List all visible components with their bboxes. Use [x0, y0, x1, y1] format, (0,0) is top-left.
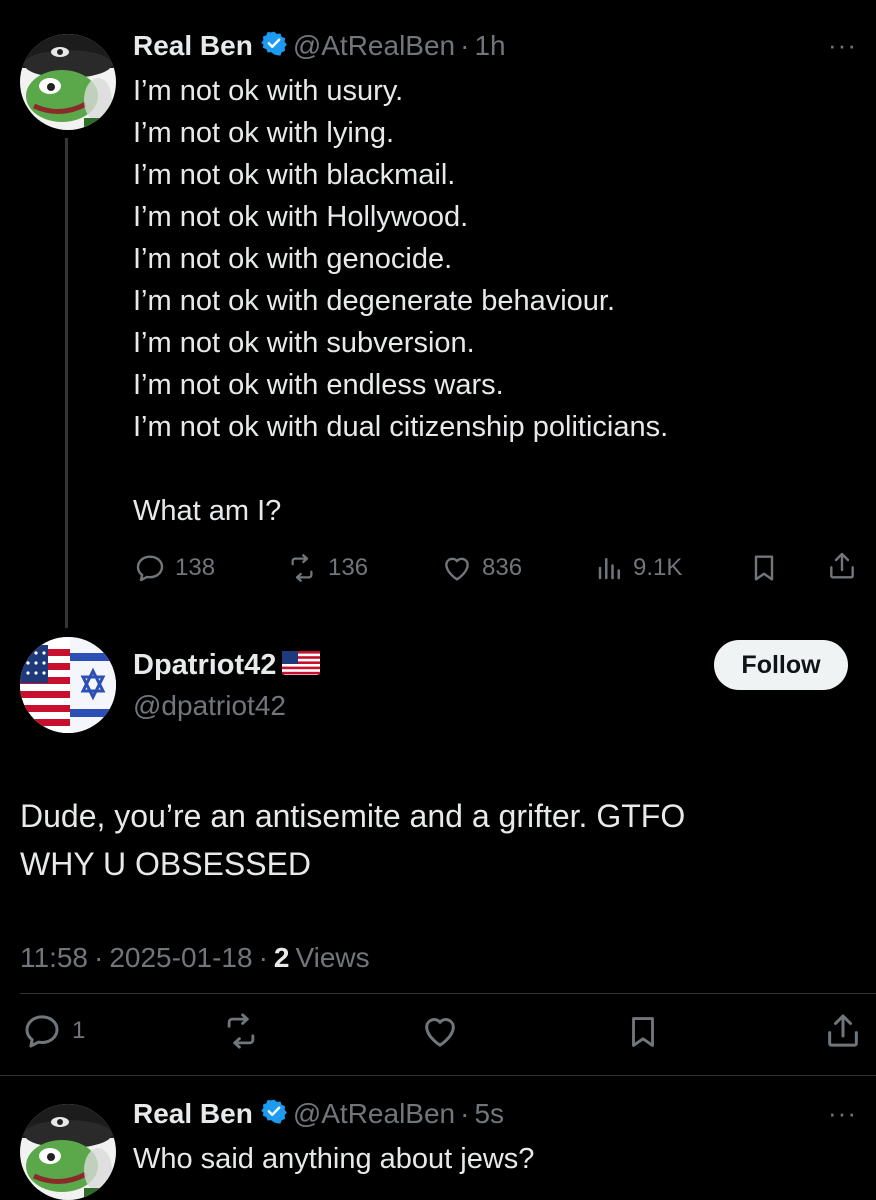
views-chart-icon [598, 558, 620, 580]
separator: · [460, 1098, 470, 1129]
post-time[interactable]: 11:58 [20, 942, 88, 974]
views-count: 9.1K [633, 554, 683, 581]
separator: · [258, 942, 268, 973]
repost-icon [227, 1013, 255, 1049]
heart-icon [425, 1018, 455, 1047]
display-name[interactable]: Real Ben [133, 30, 253, 62]
display-name[interactable]: Dpatriot42 [133, 649, 276, 682]
separator: · [460, 30, 470, 61]
divider [20, 993, 876, 994]
frog-avatar-icon [20, 1104, 116, 1200]
repost-button[interactable] [218, 1012, 264, 1055]
avatar-real-ben[interactable] [20, 1104, 116, 1200]
bookmark-icon [632, 1017, 654, 1047]
post-2-header: Dpatriot42 [133, 646, 321, 684]
tweet-line: I’m not ok with endless wars. [133, 369, 504, 401]
reply-icon [136, 555, 164, 582]
avatar-real-ben[interactable] [20, 34, 116, 130]
tweet-line: I’m not ok with lying. [133, 117, 395, 149]
verified-badge-icon[interactable] [260, 1098, 287, 1131]
post-1-body: I’m not ok with usury. I’m not ok with l… [133, 70, 668, 532]
share-icon [828, 1014, 858, 1047]
tweet-line: I’m not ok with genocide. [133, 243, 453, 275]
share-icon [830, 552, 854, 579]
timestamp[interactable]: 5s [474, 1098, 504, 1130]
follow-button[interactable]: Follow [714, 640, 848, 690]
like-button[interactable]: 836 [440, 550, 522, 586]
like-button[interactable] [418, 1011, 462, 1056]
heart-icon [445, 557, 469, 581]
tweet-line: I’m not ok with dual citizenship politic… [133, 411, 669, 443]
repost-count: 136 [328, 554, 369, 581]
post-2-meta: 11:58 · 2025-01-18 · 2 Views [20, 942, 370, 974]
us-flag-icon [282, 650, 321, 680]
post-date[interactable]: 2025-01-18 [109, 942, 252, 974]
tweet-line: I’m not ok with blackmail. [133, 159, 456, 191]
frog-avatar-icon [20, 34, 116, 130]
views-button[interactable]: 9.1K [595, 550, 682, 586]
tweet-line: I’m not ok with Hollywood. [133, 201, 469, 233]
tweet-line: I’m not ok with subversion. [133, 327, 475, 359]
post-3-header: Real Ben @AtRealBen · 5s [133, 1096, 504, 1132]
tweet-question: What am I? [133, 495, 282, 527]
handle[interactable]: @dpatriot42 [133, 690, 286, 722]
handle[interactable]: @AtRealBen [293, 30, 455, 62]
tweet-text: Who said anything about jews? [133, 1143, 535, 1175]
views-label: Views [295, 942, 370, 973]
share-button[interactable] [826, 549, 858, 588]
us-israel-flag-avatar-icon [20, 637, 116, 733]
reply-icon [25, 1015, 59, 1048]
tweet-line: I’m not ok with usury. [133, 75, 404, 107]
reply-button[interactable]: 138 [133, 550, 215, 586]
share-button[interactable] [823, 1010, 863, 1057]
post-2-body: Dude, you’re an antisemite and a grifter… [20, 792, 685, 888]
views-count: 2 [273, 942, 290, 973]
reply-button[interactable]: 1 [20, 1011, 85, 1051]
reply-text-line: WHY U OBSESSED [20, 846, 312, 882]
more-options-icon[interactable]: ··· [828, 30, 857, 61]
thread-line [65, 138, 68, 628]
reply-count: 1 [72, 1017, 86, 1044]
more-options-icon[interactable]: ··· [828, 1098, 857, 1129]
handle[interactable]: @AtRealBen [293, 1098, 455, 1130]
timestamp[interactable]: 1h [474, 30, 505, 62]
reply-count: 138 [175, 554, 216, 581]
separator: · [94, 942, 104, 973]
tweet-line: I’m not ok with degenerate behaviour. [133, 285, 616, 317]
display-name[interactable]: Real Ben [133, 1098, 253, 1130]
like-count: 836 [482, 554, 523, 581]
avatar-dpatriot42[interactable] [20, 637, 116, 733]
bookmark-button[interactable] [624, 1011, 662, 1058]
repost-button[interactable]: 136 [284, 550, 368, 586]
repost-icon [291, 554, 313, 582]
bookmark-icon [754, 555, 774, 581]
bookmark-button[interactable] [748, 551, 780, 590]
reply-text-line: Dude, you’re an antisemite and a grifter… [20, 798, 686, 834]
divider [0, 1075, 876, 1076]
verified-badge-icon[interactable] [260, 30, 287, 63]
post-1-header: Real Ben @AtRealBen · 1h [133, 28, 506, 64]
